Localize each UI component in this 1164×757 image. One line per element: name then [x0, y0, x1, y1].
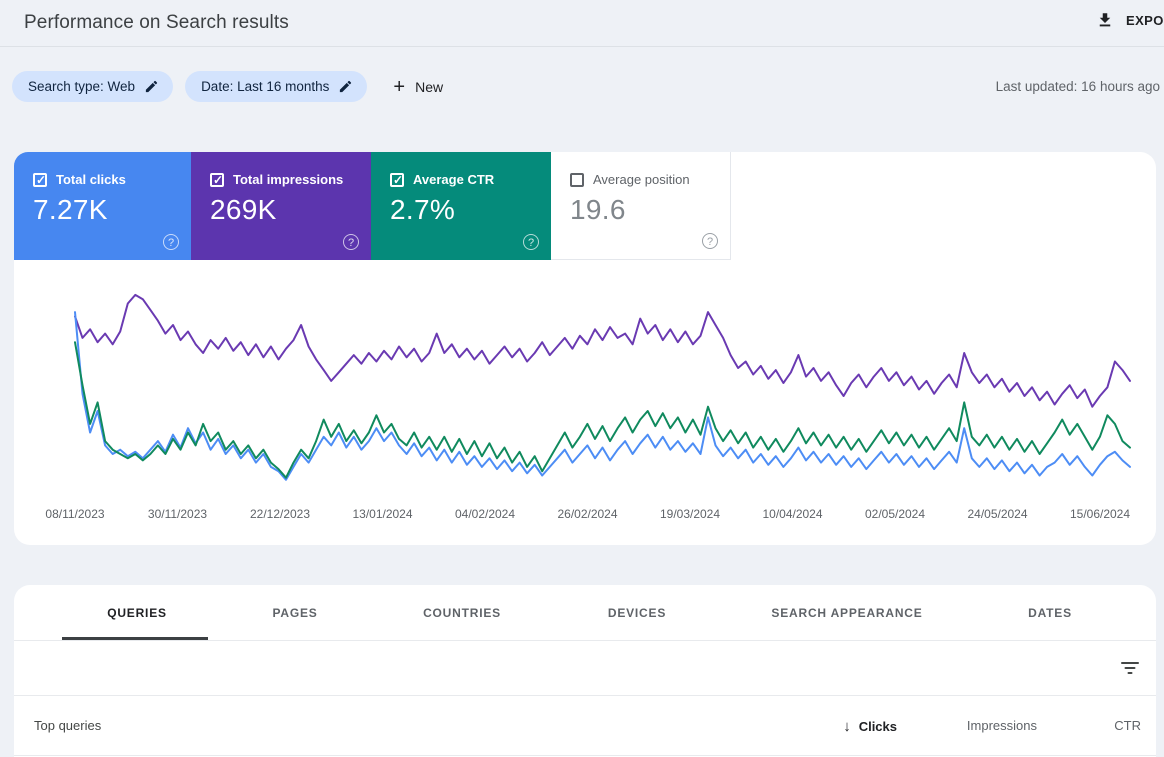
- top-bar: Performance on Search results EXPORT: [0, 0, 1164, 47]
- last-updated-text: Last updated: 16 hours ago: [995, 79, 1160, 94]
- performance-page: Performance on Search results EXPORT Sea…: [0, 0, 1164, 757]
- x-axis-label: 19/03/2024: [659, 507, 721, 521]
- average-position-tile[interactable]: Average position 19.6 ?: [551, 152, 731, 260]
- line-total-impressions: [74, 293, 1131, 408]
- new-filter-label: New: [415, 78, 444, 95]
- metric-value: 2.7%: [390, 194, 456, 225]
- new-filter-button[interactable]: + New: [393, 77, 443, 97]
- metric-label: Total clicks: [56, 172, 126, 187]
- metric-label: Total impressions: [233, 172, 344, 187]
- top-queries-column-header: Top queries: [34, 718, 102, 733]
- metric-value: 269K: [210, 194, 277, 225]
- chart-card: Total clicks 7.27K ? Total impressions 2…: [14, 152, 1156, 545]
- checkbox-checked-icon[interactable]: [33, 172, 47, 187]
- active-tab-underline: [62, 637, 208, 640]
- x-axis-labels: 08/11/2023 30/11/2023 22/12/2023 13/01/2024…: [14, 507, 1156, 523]
- filter-bar: Search type: Web Date: Last 16 months + …: [12, 71, 443, 102]
- tab-countries[interactable]: COUNTRIES: [423, 585, 501, 641]
- export-button-label: EXPORT: [1126, 12, 1164, 28]
- dimension-tabs: QUERIES PAGES COUNTRIES DEVICES SEARCH A…: [14, 585, 1156, 641]
- checkbox-checked-icon[interactable]: [390, 172, 404, 187]
- date-range-chip-label: Date: Last 16 months: [201, 79, 330, 94]
- average-ctr-tile[interactable]: Average CTR 2.7% ?: [371, 152, 551, 260]
- tab-devices[interactable]: DEVICES: [608, 585, 666, 641]
- help-icon[interactable]: ?: [163, 234, 179, 250]
- table-header-row: Top queries ↓ Clicks Impressions CTR: [14, 696, 1156, 756]
- search-type-chip-label: Search type: Web: [28, 79, 136, 94]
- metric-value: 7.27K: [33, 194, 108, 225]
- x-axis-label: 08/11/2023: [45, 507, 105, 521]
- tab-dates[interactable]: DATES: [1028, 585, 1072, 641]
- edit-icon: [338, 79, 353, 94]
- queries-table-card: QUERIES PAGES COUNTRIES DEVICES SEARCH A…: [14, 585, 1156, 757]
- performance-chart: [14, 282, 1156, 497]
- table-filter-row: [14, 641, 1156, 696]
- metric-label: Average CTR: [413, 172, 495, 187]
- x-axis-label: 24/05/2024: [967, 507, 1028, 521]
- help-icon[interactable]: ?: [702, 233, 718, 249]
- download-icon: [1096, 11, 1114, 29]
- tab-queries[interactable]: QUERIES: [107, 585, 167, 641]
- metric-label: Average position: [593, 172, 690, 187]
- edit-icon: [144, 79, 159, 94]
- impressions-column-header[interactable]: Impressions: [967, 718, 1037, 733]
- x-axis-label: 02/05/2024: [864, 507, 926, 521]
- performance-chart-svg: [74, 293, 1131, 481]
- checkbox-checked-icon[interactable]: [210, 172, 224, 187]
- metric-tiles: Total clicks 7.27K ? Total impressions 2…: [14, 152, 731, 260]
- checkbox-unchecked-icon[interactable]: [570, 172, 584, 187]
- help-icon[interactable]: ?: [343, 234, 359, 250]
- export-button[interactable]: EXPORT: [1096, 11, 1164, 29]
- total-impressions-tile[interactable]: Total impressions 269K ?: [191, 152, 371, 260]
- plus-icon: +: [393, 75, 406, 98]
- x-axis-label: 22/12/2023: [249, 507, 311, 521]
- metric-value: 19.6: [570, 194, 626, 225]
- tab-pages[interactable]: PAGES: [272, 585, 317, 641]
- total-clicks-tile[interactable]: Total clicks 7.27K ?: [14, 152, 191, 260]
- x-axis-label: 30/11/2023: [147, 507, 208, 521]
- ctr-column-header[interactable]: CTR: [1114, 718, 1141, 733]
- page-title: Performance on Search results: [24, 12, 289, 33]
- line-total-clicks: [74, 311, 1131, 481]
- x-axis-label: 13/01/2024: [352, 507, 413, 521]
- x-axis-label: 15/06/2024: [1069, 507, 1131, 521]
- filter-list-icon[interactable]: [1120, 660, 1140, 676]
- x-axis-label: 26/02/2024: [557, 507, 618, 521]
- clicks-column-header[interactable]: ↓ Clicks: [843, 718, 897, 735]
- date-range-chip[interactable]: Date: Last 16 months: [185, 71, 368, 102]
- help-icon[interactable]: ?: [523, 234, 539, 250]
- tab-search-appearance[interactable]: SEARCH APPEARANCE: [771, 585, 922, 641]
- search-type-chip[interactable]: Search type: Web: [12, 71, 174, 102]
- x-axis-label: 04/02/2024: [454, 507, 516, 521]
- sort-descending-icon: ↓: [843, 718, 851, 735]
- x-axis-label: 10/04/2024: [762, 507, 823, 521]
